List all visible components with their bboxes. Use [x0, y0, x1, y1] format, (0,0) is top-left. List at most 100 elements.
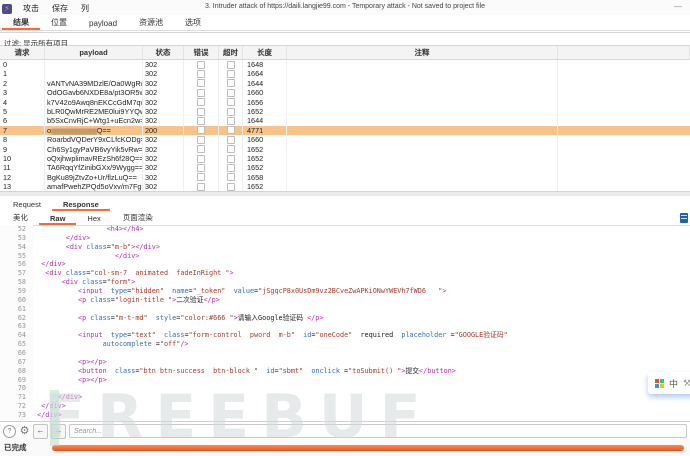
- menu-attack[interactable]: 攻击: [21, 2, 41, 15]
- table-row[interactable]: 5bLR0QwMrRE2ME0lui9YYQw==3021652: [0, 107, 690, 116]
- timeout-checkbox[interactable]: [227, 136, 235, 144]
- minimize-button[interactable]: —: [674, 2, 682, 11]
- column-timeout[interactable]: 超时: [219, 46, 243, 59]
- timeout-checkbox[interactable]: [227, 89, 235, 97]
- timeout-checkbox[interactable]: [227, 61, 235, 69]
- error-checkbox[interactable]: [197, 126, 205, 134]
- table-row[interactable]: 10oQxjhwplimavREzSh6f28Q==3021652: [0, 154, 690, 163]
- table-row[interactable]: 9Ch6Sy1gyPaVB6vyYik5vRw==3021652: [0, 145, 690, 154]
- payload-value: o▓▓▓▓▓▓▓▓▓▓▓▓▓Q==: [45, 126, 143, 135]
- table-row[interactable]: 7o▓▓▓▓▓▓▓▓▓▓▓▓▓Q==2004771: [0, 126, 690, 135]
- gear-icon[interactable]: ⚙: [19, 426, 30, 437]
- line-number: 71: [0, 393, 33, 402]
- comment-cell: [287, 116, 558, 125]
- ime-grid-icon[interactable]: [655, 379, 664, 388]
- request-number: 7: [0, 126, 45, 135]
- prev-match-button[interactable]: ←: [33, 424, 48, 439]
- timeout-cell: [219, 135, 243, 144]
- ime-extra-icon[interactable]: ⚒: [683, 378, 690, 388]
- line-number: 60: [0, 296, 33, 305]
- timeout-checkbox[interactable]: [227, 173, 235, 181]
- code-line: 55 </div>: [0, 252, 690, 261]
- filter-bar[interactable]: 过滤: 显示所有项目: [0, 32, 690, 46]
- error-checkbox[interactable]: [197, 61, 205, 69]
- next-match-button[interactable]: →: [51, 424, 66, 439]
- code-line: 63: [0, 322, 690, 331]
- inspector-icon[interactable]: [680, 213, 688, 223]
- error-checkbox[interactable]: [197, 79, 205, 87]
- line-number: 54: [0, 243, 33, 252]
- timeout-checkbox[interactable]: [227, 183, 235, 191]
- tab-response[interactable]: Response: [52, 198, 110, 211]
- ime-language-indicator[interactable]: 中: [669, 377, 678, 390]
- line-number: 65: [0, 340, 33, 349]
- timeout-checkbox[interactable]: [227, 155, 235, 163]
- line-number: 62: [0, 314, 33, 323]
- line-number: 57: [0, 269, 33, 278]
- tab-resource-pool[interactable]: 资源池: [128, 15, 174, 30]
- spacer-cell: [558, 107, 690, 116]
- error-checkbox[interactable]: [197, 173, 205, 181]
- timeout-checkbox[interactable]: [227, 70, 235, 78]
- tab-results[interactable]: 结果: [2, 15, 40, 30]
- column-length[interactable]: 长度: [243, 46, 287, 59]
- results-table: 请求 payload 状态 错误 超时 长度 注释 03021648130216…: [0, 46, 690, 191]
- column-payload[interactable]: payload: [45, 46, 143, 59]
- error-checkbox[interactable]: [197, 89, 205, 97]
- timeout-checkbox[interactable]: [227, 98, 235, 106]
- error-checkbox[interactable]: [197, 164, 205, 172]
- payload-value: bLR0QwMrRE2ME0lui9YYQw==: [45, 107, 143, 116]
- error-checkbox[interactable]: [197, 108, 205, 116]
- column-error[interactable]: 错误: [184, 46, 219, 59]
- table-row[interactable]: 6b5SxCnvRjC+Wtg1+uEcn2w==3021644: [0, 116, 690, 125]
- column-status[interactable]: 状态: [143, 46, 184, 59]
- error-checkbox[interactable]: [197, 98, 205, 106]
- help-icon[interactable]: ?: [3, 425, 16, 438]
- timeout-cell: [219, 163, 243, 172]
- tab-hex[interactable]: Hex: [76, 212, 111, 225]
- timeout-checkbox[interactable]: [227, 117, 235, 125]
- tab-positions[interactable]: 位置: [40, 15, 78, 30]
- column-request[interactable]: 请求: [0, 46, 45, 59]
- error-checkbox[interactable]: [197, 136, 205, 144]
- payload-value: RoarbdVQDerY9xCLfcKODg==: [45, 135, 143, 144]
- message-tab-bar: Request Response: [0, 196, 690, 211]
- menu-save[interactable]: 保存: [50, 2, 70, 15]
- table-row[interactable]: 13021664: [0, 69, 690, 78]
- tab-payloads[interactable]: payload: [78, 17, 128, 30]
- timeout-checkbox[interactable]: [227, 79, 235, 87]
- tab-pretty[interactable]: 美化: [2, 210, 39, 225]
- table-row[interactable]: 11TA6RqqYfZinibGXx/9Wygg==3021652: [0, 163, 690, 172]
- status-code: 200: [143, 126, 184, 135]
- error-cell: [184, 116, 219, 125]
- table-row[interactable]: 3OdOGavb6NXDE8a/pt3OR5w==3021660: [0, 88, 690, 97]
- timeout-checkbox[interactable]: [227, 108, 235, 116]
- response-raw-viewer[interactable]: 52 <h4></h4>53 </div>54 <div class="m-b"…: [0, 225, 690, 421]
- error-checkbox[interactable]: [197, 145, 205, 153]
- column-comment[interactable]: 注释: [287, 46, 558, 59]
- line-number: 61: [0, 305, 33, 314]
- error-checkbox[interactable]: [197, 183, 205, 191]
- status-code: 302: [143, 135, 184, 144]
- table-row[interactable]: 4k7V42o9Awq8nEKCcGdM7qw==3021656: [0, 98, 690, 107]
- menu-columns[interactable]: 列: [79, 2, 91, 15]
- tab-render[interactable]: 页面渲染: [112, 210, 164, 225]
- request-number: 11: [0, 163, 45, 172]
- table-row[interactable]: 2vANTvNA39MDzlE/Oa0WgRw==3021644: [0, 79, 690, 88]
- timeout-checkbox[interactable]: [227, 126, 235, 134]
- comment-cell: [287, 69, 558, 78]
- error-checkbox[interactable]: [197, 117, 205, 125]
- table-row[interactable]: 12BgKu89jZtvZo+Ur/flzLuQ==3021658: [0, 173, 690, 182]
- timeout-checkbox[interactable]: [227, 164, 235, 172]
- tab-options[interactable]: 选项: [174, 15, 212, 30]
- timeout-checkbox[interactable]: [227, 145, 235, 153]
- table-row[interactable]: 8RoarbdVQDerY9xCLfcKODg==3021660: [0, 135, 690, 144]
- error-checkbox[interactable]: [197, 70, 205, 78]
- request-number: 10: [0, 154, 45, 163]
- table-row[interactable]: 03021648: [0, 60, 690, 69]
- code-line: 54 <div class="m-b"></div>: [0, 243, 690, 252]
- error-checkbox[interactable]: [197, 155, 205, 163]
- tab-raw[interactable]: Raw: [39, 212, 76, 225]
- timeout-cell: [219, 107, 243, 116]
- search-input[interactable]: [69, 424, 687, 438]
